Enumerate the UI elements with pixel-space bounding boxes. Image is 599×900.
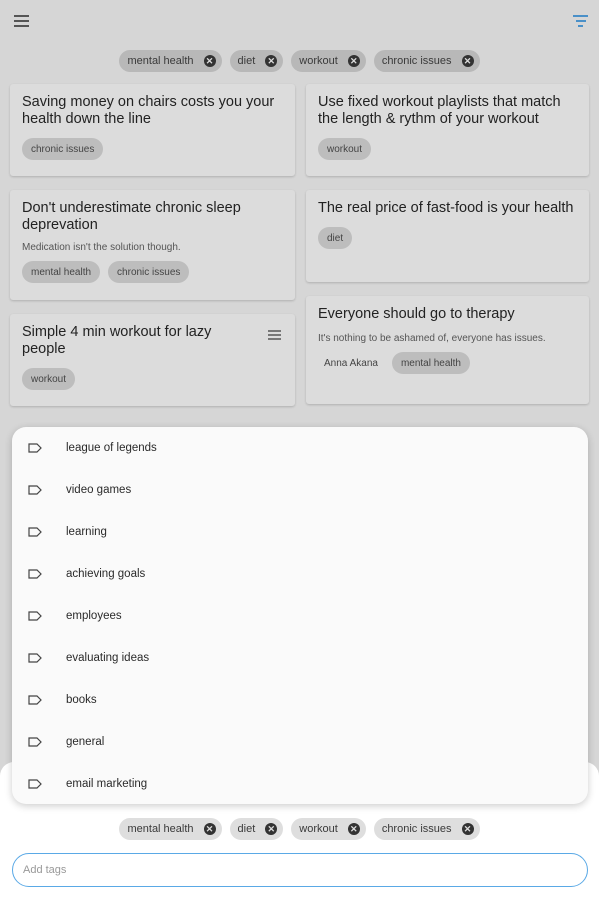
card-subtitle: It's nothing to be ashamed of, everyone … — [318, 333, 546, 344]
card-tag: mental health — [391, 352, 470, 374]
label-tag-icon — [28, 443, 42, 453]
chip-label: workout — [299, 55, 338, 67]
card-tag: diet — [318, 227, 353, 249]
tag-suggestion-item[interactable]: email marketing — [12, 763, 588, 805]
chip-label: diet — [237, 823, 256, 835]
label-tag-icon — [28, 611, 42, 621]
tag-suggestion-label: general — [66, 736, 105, 748]
remove-chip-icon[interactable]: ✕ — [203, 55, 216, 67]
card-title: Saving money on chairs costs you your he… — [22, 94, 275, 127]
card-title: Use fixed workout playlists that match t… — [318, 94, 561, 127]
note-card[interactable]: Everyone should go to therapy It's nothi… — [306, 296, 589, 404]
tag-suggestion-item[interactable]: learning — [12, 511, 588, 553]
note-card[interactable]: Simple 4 min workout for lazy people wor… — [10, 314, 295, 406]
chip-label: workout — [299, 823, 338, 835]
active-filter-chips: mental health ✕ diet ✕ workout ✕ chronic is… — [0, 50, 599, 72]
label-tag-icon — [28, 485, 42, 495]
tag-suggestion-label: learning — [66, 526, 107, 538]
card-author: Anna Akana — [324, 357, 378, 369]
card-title: The real price of fast-food is your heal… — [318, 200, 574, 216]
selected-tag-chip[interactable]: chronic issues ✕ — [373, 818, 480, 840]
card-tag: mental health — [22, 261, 101, 283]
tag-suggestion-label: evaluating ideas — [66, 652, 150, 664]
tag-suggestion-item[interactable]: evaluating ideas — [12, 637, 588, 679]
card-tag: workout — [318, 138, 372, 160]
remove-chip-icon[interactable]: ✕ — [461, 823, 474, 835]
tag-suggestion-label: email marketing — [66, 778, 148, 790]
tag-suggestion-label: league of legends — [66, 442, 157, 454]
chip-label: mental health — [127, 55, 194, 67]
note-card[interactable]: The real price of fast-food is your heal… — [306, 190, 589, 282]
hamburger-menu-icon[interactable] — [14, 15, 29, 27]
label-tag-icon — [28, 653, 42, 663]
chip-label: mental health — [127, 823, 194, 835]
card-subtitle: Medication isn't the solution though. — [22, 242, 181, 253]
filter-chip[interactable]: chronic issues ✕ — [373, 50, 480, 72]
tag-suggestion-item[interactable]: general — [12, 721, 588, 763]
card-tag: chronic issues — [108, 261, 190, 283]
filter-chip[interactable]: workout ✕ — [291, 50, 366, 72]
tag-suggestion-label: employees — [66, 610, 122, 622]
label-tag-icon — [28, 779, 42, 789]
remove-chip-icon[interactable]: ✕ — [265, 55, 278, 67]
card-tag: chronic issues — [22, 138, 104, 160]
chip-label: chronic issues — [381, 55, 452, 67]
filter-chip[interactable]: mental health ✕ — [119, 50, 222, 72]
tag-suggestion-label: video games — [66, 484, 132, 496]
card-title: Everyone should go to therapy — [318, 306, 515, 322]
list-icon — [268, 330, 281, 342]
tag-suggestion-label: achieving goals — [66, 568, 146, 580]
card-title: Don't underestimate chronic sleep deprev… — [22, 200, 241, 233]
remove-chip-icon[interactable]: ✕ — [461, 55, 474, 67]
tag-suggestion-item[interactable]: books — [12, 679, 588, 721]
tag-suggestion-item[interactable]: employees — [12, 595, 588, 637]
card-tag: workout — [22, 368, 76, 390]
filter-chip[interactable]: diet ✕ — [229, 50, 284, 72]
selected-tag-chip[interactable]: diet ✕ — [229, 818, 284, 840]
tag-suggestions-list: league of legends video games learning a… — [12, 427, 588, 804]
remove-chip-icon[interactable]: ✕ — [203, 823, 216, 835]
tag-suggestion-item[interactable]: league of legends — [12, 427, 588, 469]
tag-suggestion-item[interactable]: video games — [12, 469, 588, 511]
tag-suggestion-item[interactable]: achieving goals — [12, 553, 588, 595]
filter-icon[interactable] — [573, 15, 588, 27]
selected-tag-chip[interactable]: mental health ✕ — [119, 818, 222, 840]
chip-label: diet — [237, 55, 256, 67]
selected-tag-chips: mental health ✕ diet ✕ workout ✕ chronic is… — [0, 818, 599, 840]
label-tag-icon — [28, 695, 42, 705]
chip-label: chronic issues — [381, 823, 452, 835]
remove-chip-icon[interactable]: ✕ — [265, 823, 278, 835]
add-tags-field[interactable] — [12, 853, 588, 887]
note-card[interactable]: Use fixed workout playlists that match t… — [306, 84, 589, 176]
note-card[interactable]: Don't underestimate chronic sleep deprev… — [10, 190, 295, 300]
selected-tag-chip[interactable]: workout ✕ — [291, 818, 366, 840]
card-title: Simple 4 min workout for lazy people — [22, 324, 212, 357]
tag-suggestion-label: books — [66, 694, 97, 706]
label-tag-icon — [28, 737, 42, 747]
top-app-bar — [0, 0, 599, 44]
label-tag-icon — [28, 569, 42, 579]
add-tags-input[interactable] — [13, 854, 587, 886]
remove-chip-icon[interactable]: ✕ — [347, 55, 360, 67]
remove-chip-icon[interactable]: ✕ — [347, 823, 360, 835]
label-tag-icon — [28, 527, 42, 537]
note-card[interactable]: Saving money on chairs costs you your he… — [10, 84, 295, 176]
